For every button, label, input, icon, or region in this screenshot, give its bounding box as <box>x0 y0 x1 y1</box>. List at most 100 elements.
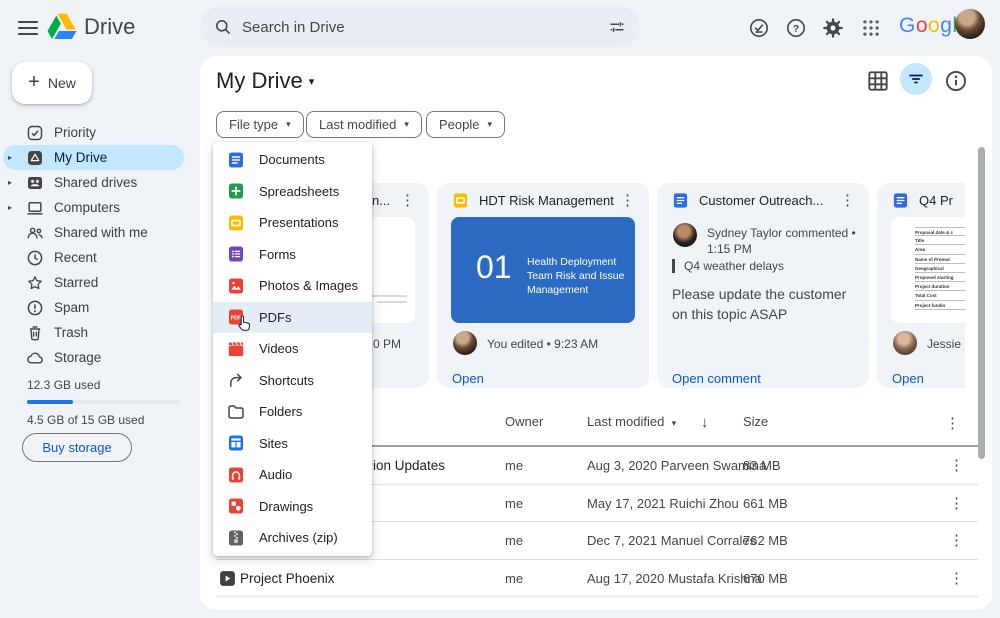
menu-item-audio[interactable]: Audio <box>213 459 372 491</box>
menu-item-presentations[interactable]: Presentations <box>213 207 372 239</box>
settings-icon[interactable] <box>818 13 848 43</box>
svg-text:?: ? <box>793 24 799 35</box>
filter-chip-people[interactable]: People ▾ <box>426 111 506 138</box>
sidebar-item-computers[interactable]: ▸ Computers <box>0 195 184 220</box>
column-header-last-modified[interactable]: Last modified ▾ <box>587 414 676 429</box>
suggested-card-customer-outreach[interactable]: Customer Outreach... ⋮ Sydney Taylor com… <box>657 183 869 388</box>
avatar <box>453 331 477 355</box>
comment-body: Please update the customer on this topic… <box>672 286 847 323</box>
chevron-down-icon: ▾ <box>308 76 315 88</box>
filter-list-button[interactable] <box>900 63 932 95</box>
my-drive-icon <box>28 150 42 165</box>
card-menu-icon[interactable]: ⋮ <box>396 191 419 209</box>
menu-item-folders[interactable]: Folders <box>213 396 372 428</box>
row-menu-icon[interactable]: ⋮ <box>945 494 968 512</box>
shared-drives-icon <box>28 176 42 189</box>
page-title[interactable]: My Drive ▾ <box>216 68 314 94</box>
docs-icon <box>229 152 243 168</box>
sidebar-item-shared-drives[interactable]: ▸ Shared drives <box>0 170 184 195</box>
hamburger-menu-icon[interactable] <box>16 17 40 39</box>
row-menu-icon[interactable]: ⋮ <box>945 531 968 549</box>
sidebar: + New Priority ▸ My Drive ▸ Shared drives… <box>0 56 200 618</box>
card-menu-icon[interactable]: ⋮ <box>836 191 859 209</box>
card-title: Q4 Pr <box>919 193 953 208</box>
storage-used-text: 12.3 GB used <box>27 378 101 392</box>
slide-text: Health Deployment Team Risk and Issue Ma… <box>527 256 625 297</box>
storage-icon <box>27 352 43 363</box>
audio-icon <box>229 467 243 483</box>
suggested-card-q4[interactable]: Q4 Pr Proposal date & c Title Area Name … <box>877 183 965 388</box>
grid-view-icon[interactable] <box>866 69 890 93</box>
row-menu-icon[interactable]: ⋮ <box>945 456 968 474</box>
open-comment-button[interactable]: Open comment <box>672 371 761 386</box>
info-icon[interactable] <box>944 69 968 93</box>
menu-item-drawings[interactable]: Drawings <box>213 491 372 523</box>
slide-number: 01 <box>476 249 512 285</box>
sidebar-item-my-drive[interactable]: ▸ My Drive <box>3 145 184 170</box>
shortcut-icon <box>230 373 242 388</box>
card-thumbnail[interactable]: Proposal date & c Title Area Name of Pro… <box>891 217 965 323</box>
card-title-fragment: n... <box>372 193 391 208</box>
sidebar-item-starred[interactable]: Starred <box>0 270 184 295</box>
apps-grid-icon[interactable] <box>856 13 886 43</box>
search-options-icon[interactable] <box>608 18 626 36</box>
storage-progress-fill <box>27 400 73 404</box>
file-row[interactable]: Project Phoenix me Aug 17, 2020 Mustafa … <box>200 560 992 598</box>
menu-item-photos-images[interactable]: Photos & Images <box>213 270 372 302</box>
search-bar[interactable] <box>200 7 640 47</box>
storage-progress-bar <box>27 400 180 404</box>
row-menu-icon[interactable]: ⋮ <box>945 569 968 587</box>
menu-item-pdfs[interactable]: PDF PDFs <box>213 301 372 333</box>
sidebar-item-shared-with-me[interactable]: Shared with me <box>0 220 184 245</box>
suggested-card-hdt[interactable]: HDT Risk Management ⋮ 01 Health Deployme… <box>437 183 649 388</box>
menu-item-spreadsheets[interactable]: Spreadsheets <box>213 176 372 208</box>
app-name: Drive <box>84 14 136 39</box>
filter-chip-file-type[interactable]: File type ▾ <box>216 111 304 138</box>
expand-caret-icon[interactable]: ▸ <box>8 153 12 162</box>
account-avatar[interactable] <box>955 9 985 39</box>
header-menu-icon[interactable]: ⋮ <box>945 414 960 432</box>
menu-item-shortcuts[interactable]: Shortcuts <box>213 365 372 397</box>
sidebar-item-storage[interactable]: Storage <box>0 345 184 370</box>
file-name-fragment: ion Updates <box>373 458 446 473</box>
search-input[interactable] <box>242 18 598 36</box>
comment-author-line: Sydney Taylor commented • 1:15 PM <box>707 226 856 257</box>
sidebar-item-spam[interactable]: Spam <box>0 295 184 320</box>
sidebar-item-recent[interactable]: Recent <box>0 245 184 270</box>
sort-direction-icon[interactable]: ↓ <box>701 414 709 431</box>
card-thumbnail[interactable]: 01 Health Deployment Team Risk and Issue… <box>451 217 635 323</box>
vertical-scrollbar[interactable] <box>978 147 985 459</box>
column-header-owner: Owner <box>505 414 544 429</box>
sites-icon <box>229 435 243 451</box>
slides-icon <box>229 215 243 231</box>
card-title: Customer Outreach... <box>699 193 824 208</box>
card-menu-icon[interactable]: ⋮ <box>616 191 639 209</box>
open-button[interactable]: Open <box>892 371 924 386</box>
help-icon[interactable]: ? <box>781 13 811 43</box>
sidebar-item-priority[interactable]: Priority <box>0 120 184 145</box>
expand-caret-icon[interactable]: ▸ <box>8 178 12 187</box>
open-button[interactable]: Open <box>452 371 484 386</box>
document-mini-table: Proposal date & c Title Area Name of Pro… <box>915 227 965 310</box>
card-footer-text: You edited • 9:23 AM <box>487 337 599 351</box>
chevron-down-icon: ▾ <box>671 418 677 428</box>
comment-quote: Q4 weather delays <box>672 259 784 273</box>
menu-item-archives[interactable]: Archives (zip) <box>213 522 372 554</box>
expand-caret-icon[interactable]: ▸ <box>8 203 12 212</box>
buy-storage-button[interactable]: Buy storage <box>22 433 132 462</box>
offline-status-icon[interactable] <box>744 13 774 43</box>
card-footer-fragment: 0 PM <box>373 337 402 351</box>
chevron-down-icon: ▾ <box>286 119 291 129</box>
menu-item-videos[interactable]: Videos <box>213 333 372 365</box>
docs-icon <box>673 193 688 208</box>
menu-item-forms[interactable]: Forms <box>213 239 372 271</box>
filter-chip-last-modified[interactable]: Last modified ▾ <box>306 111 422 138</box>
videos-icon <box>228 341 244 356</box>
sidebar-item-trash[interactable]: Trash <box>0 320 184 345</box>
file-type-dropdown-menu: Documents Spreadsheets Presentations For… <box>213 142 372 556</box>
card-title: HDT Risk Management <box>479 193 614 208</box>
menu-item-documents[interactable]: Documents <box>213 144 372 176</box>
menu-item-sites[interactable]: Sites <box>213 428 372 460</box>
card-footer-text: Jessie <box>927 337 962 351</box>
new-button[interactable]: + New <box>12 62 92 104</box>
